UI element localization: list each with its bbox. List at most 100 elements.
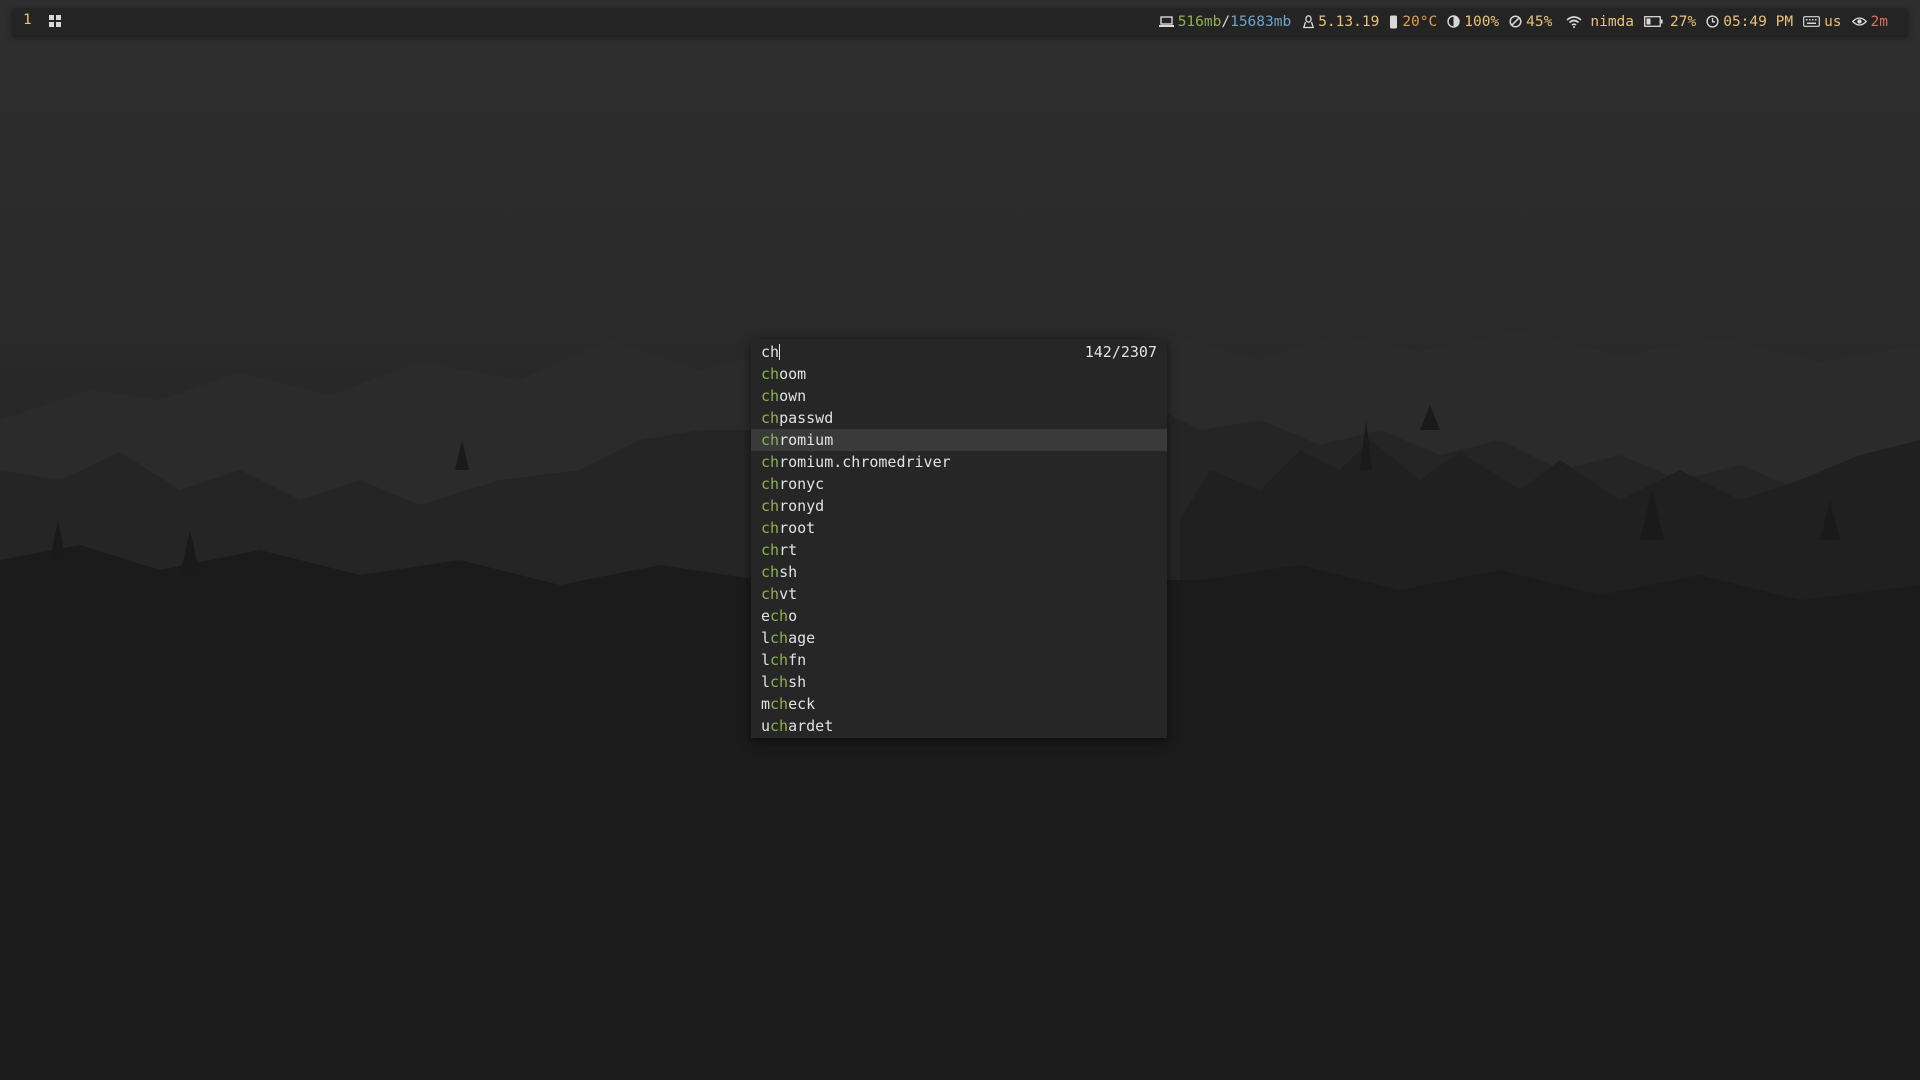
volume-value: 45% <box>1526 13 1553 30</box>
result-suffix: fn <box>788 651 807 669</box>
battery-icon <box>1644 16 1663 27</box>
list-item[interactable]: lchfn <box>751 649 1167 671</box>
result-match: ch <box>761 475 780 493</box>
result-suffix: passwd <box>779 409 834 427</box>
result-match: ch <box>761 497 780 515</box>
memory-separator: / <box>1221 13 1231 30</box>
result-suffix: o <box>788 607 798 625</box>
text-caret <box>779 344 781 360</box>
result-match: ch <box>761 431 780 449</box>
wifi-module[interactable]: nimda <box>1566 14 1634 30</box>
result-suffix: ronyc <box>779 475 825 493</box>
list-item[interactable]: chrt <box>751 539 1167 561</box>
list-item[interactable]: mcheck <box>751 693 1167 715</box>
result-suffix: vt <box>779 585 798 603</box>
muted-icon <box>1509 15 1522 28</box>
status-modules: 516mb/15683mb 5.13.19 20°C 100% 45% nimd… <box>1158 8 1888 35</box>
result-suffix: ronyd <box>779 497 825 515</box>
wifi-icon <box>1566 15 1582 28</box>
layout-grid-icon[interactable] <box>49 15 61 27</box>
brightness-module[interactable]: 100% <box>1447 14 1499 30</box>
kernel-module[interactable]: 5.13.19 <box>1303 14 1379 30</box>
tux-icon <box>1303 14 1315 29</box>
workspace-number[interactable]: 1 <box>23 12 32 28</box>
keyboard-module[interactable]: us <box>1803 13 1842 30</box>
battery-module[interactable]: 27% <box>1644 14 1696 30</box>
clock-module[interactable]: 05:49 PM <box>1706 14 1793 30</box>
list-item[interactable]: chsh <box>751 561 1167 583</box>
battery-value: 27% <box>1670 13 1697 30</box>
list-item[interactable]: chown <box>751 385 1167 407</box>
search-input[interactable]: ch <box>761 343 781 361</box>
list-item[interactable]: chpasswd <box>751 407 1167 429</box>
list-item[interactable]: lchsh <box>751 671 1167 693</box>
list-item[interactable]: chronyc <box>751 473 1167 495</box>
temperature-value: 20°C <box>1402 13 1438 30</box>
wifi-name: nimda <box>1590 13 1635 30</box>
result-suffix: sh <box>788 673 807 691</box>
result-suffix: sh <box>779 563 798 581</box>
app-launcher: ch 142/2307 choom chown chpasswd chromium ch… <box>751 339 1167 738</box>
result-match: ch <box>761 519 780 537</box>
list-item[interactable]: lchage <box>751 627 1167 649</box>
result-prefix: l <box>761 629 771 647</box>
list-item[interactable]: uchardet <box>751 715 1167 737</box>
keyboard-icon <box>1803 16 1820 27</box>
result-suffix: romium.chromedriver <box>779 453 951 471</box>
result-match: ch <box>761 563 780 581</box>
volume-module[interactable]: 45% <box>1509 14 1552 30</box>
result-match: ch <box>770 629 789 647</box>
result-suffix: ardet <box>788 717 834 735</box>
result-prefix: l <box>761 673 771 691</box>
result-prefix: l <box>761 651 771 669</box>
laptop-icon <box>1158 15 1174 28</box>
launcher-prompt[interactable]: ch 142/2307 <box>751 339 1167 363</box>
top-status-bar: 1 516mb/15683mb 5.13.19 20°C 100% 45% ni… <box>12 8 1908 35</box>
list-item[interactable]: chronyd <box>751 495 1167 517</box>
memory-module[interactable]: 516mb/15683mb <box>1158 13 1292 30</box>
list-item-selected[interactable]: chromium <box>751 429 1167 451</box>
result-match: ch <box>761 387 780 405</box>
query-text: ch <box>761 343 780 361</box>
results-list: choom chown chpasswd chromium chromium.chrom… <box>751 363 1167 737</box>
temperature-module[interactable]: 20°C <box>1389 14 1437 30</box>
brightness-value: 100% <box>1464 13 1500 30</box>
result-suffix: root <box>779 519 816 537</box>
list-item[interactable]: chvt <box>751 583 1167 605</box>
list-item[interactable]: echo <box>751 605 1167 627</box>
list-item[interactable]: chromium.chromedriver <box>751 451 1167 473</box>
thermometer-icon <box>1389 15 1398 29</box>
eye-icon <box>1851 16 1867 27</box>
kernel-version: 5.13.19 <box>1318 13 1380 30</box>
result-match: ch <box>770 651 789 669</box>
result-match: ch <box>761 409 780 427</box>
memory-used: 516mb <box>1177 13 1222 30</box>
result-prefix: u <box>761 717 771 735</box>
result-match: ch <box>761 453 780 471</box>
result-suffix: eck <box>788 695 816 713</box>
clock-icon <box>1706 15 1719 28</box>
result-suffix: romium <box>779 431 834 449</box>
result-match: ch <box>761 365 780 383</box>
match-count: 142/2307 <box>1084 343 1157 361</box>
result-suffix: age <box>788 629 816 647</box>
list-item[interactable]: chroot <box>751 517 1167 539</box>
idle-module[interactable]: 2m <box>1851 13 1888 30</box>
list-item[interactable]: choom <box>751 363 1167 385</box>
result-match: ch <box>770 607 789 625</box>
memory-total: 15683mb <box>1230 13 1292 30</box>
result-match: ch <box>761 541 780 559</box>
result-match: ch <box>770 695 789 713</box>
result-match: ch <box>770 673 789 691</box>
result-suffix: oom <box>779 365 807 383</box>
contrast-icon <box>1447 15 1460 28</box>
result-match: ch <box>761 585 780 603</box>
result-match: ch <box>770 717 789 735</box>
keyboard-layout: us <box>1824 13 1842 30</box>
result-prefix: e <box>761 607 771 625</box>
idle-value: 2m <box>1870 13 1888 30</box>
result-suffix: own <box>779 387 807 405</box>
result-prefix: m <box>761 695 771 713</box>
time-value: 05:49 PM <box>1723 13 1794 30</box>
result-suffix: rt <box>779 541 798 559</box>
